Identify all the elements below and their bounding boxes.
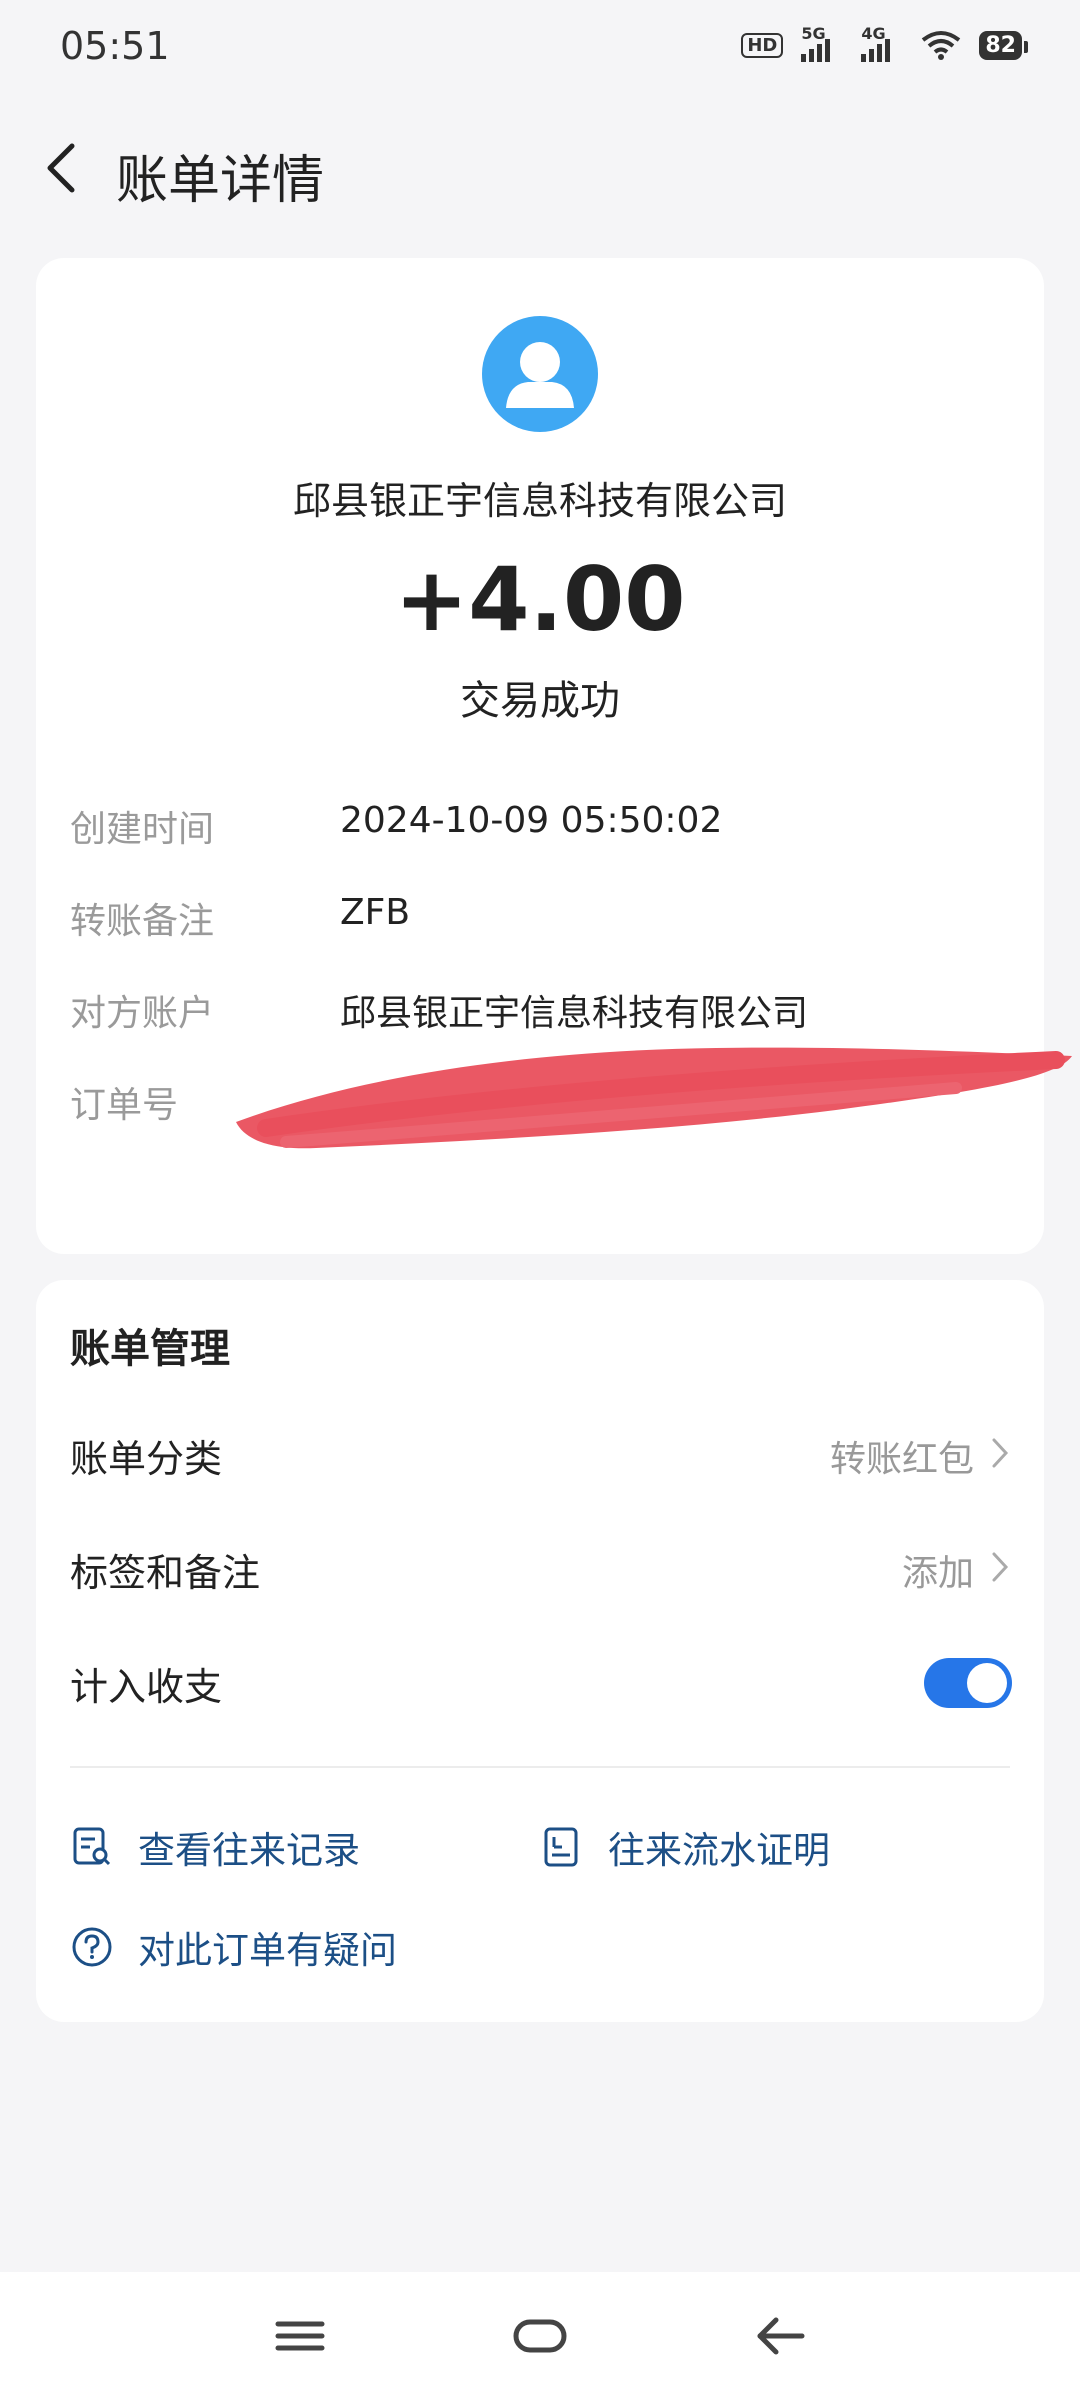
battery-icon: 82 [979, 30, 1028, 60]
view-records-label: 查看往来记录 [138, 1829, 360, 1872]
order-question-label: 对此订单有疑问 [138, 1929, 397, 1972]
menu-icon[interactable] [272, 2312, 328, 2360]
document-icon [544, 1827, 578, 1867]
tags-value[interactable]: 添加 [902, 1544, 974, 1596]
status-bar: 05:51 HD 5G 4G 82 [0, 0, 1080, 100]
amount: +4.00 [394, 548, 686, 651]
toggle-knob [967, 1663, 1007, 1703]
status-icons: HD 5G 4G 82 [741, 24, 1028, 62]
category-label: 账单分类 [70, 1437, 223, 1481]
bill-management-card: 账单管理 账单分类 转账红包 标签和备注 添加 计入收支 查看往来记录 往来流水… [36, 1280, 1044, 2022]
count-in-budget-toggle[interactable] [924, 1658, 1012, 1708]
view-records-link[interactable]: 查看往来记录 [70, 1820, 360, 1874]
divider [70, 1766, 1010, 1768]
system-nav-bar [0, 2272, 1080, 2400]
status-time: 05:51 [60, 24, 170, 68]
hd-icon: HD [741, 32, 784, 58]
transaction-status: 交易成功 [460, 678, 620, 724]
tags-label: 标签和备注 [70, 1551, 261, 1595]
order-number-label: 订单号 [70, 1085, 179, 1126]
counterparty-value: 邱县银正宇信息科技有限公司 [340, 993, 809, 1034]
count-in-budget-label: 计入收支 [70, 1665, 223, 1709]
signal-5g-icon: 5G [801, 24, 843, 62]
management-title: 账单管理 [70, 1326, 230, 1372]
transfer-note-value: ZFB [340, 892, 411, 933]
transfer-note-label: 转账备注 [70, 901, 215, 942]
created-time-label: 创建时间 [70, 809, 215, 850]
payee-name: 邱县银正宇信息科技有限公司 [292, 479, 787, 523]
home-icon[interactable] [512, 2312, 568, 2360]
app-header: 账单详情 [0, 120, 1080, 220]
signal-4g-icon: 4G [861, 24, 903, 62]
redaction-scribble [236, 1047, 1072, 1149]
chevron-right-icon[interactable] [986, 1434, 1014, 1472]
back-icon[interactable] [752, 2312, 808, 2360]
back-arrow-icon[interactable] [36, 138, 96, 198]
transaction-proof-label: 往来流水证明 [608, 1829, 830, 1872]
category-value[interactable]: 转账红包 [830, 1430, 974, 1482]
created-time-value: 2024-10-09 05:50:02 [340, 800, 723, 841]
page-title: 账单详情 [116, 151, 325, 211]
transaction-proof-link[interactable]: 往来流水证明 [540, 1820, 830, 1874]
counterparty-label: 对方账户 [70, 993, 215, 1034]
records-search-icon [73, 1827, 111, 1866]
avatar-icon [482, 316, 598, 432]
order-question-link[interactable]: 对此订单有疑问 [70, 1920, 397, 1974]
wifi-icon [922, 31, 961, 60]
question-icon [72, 1927, 112, 1967]
chevron-right-icon[interactable] [986, 1548, 1014, 1586]
